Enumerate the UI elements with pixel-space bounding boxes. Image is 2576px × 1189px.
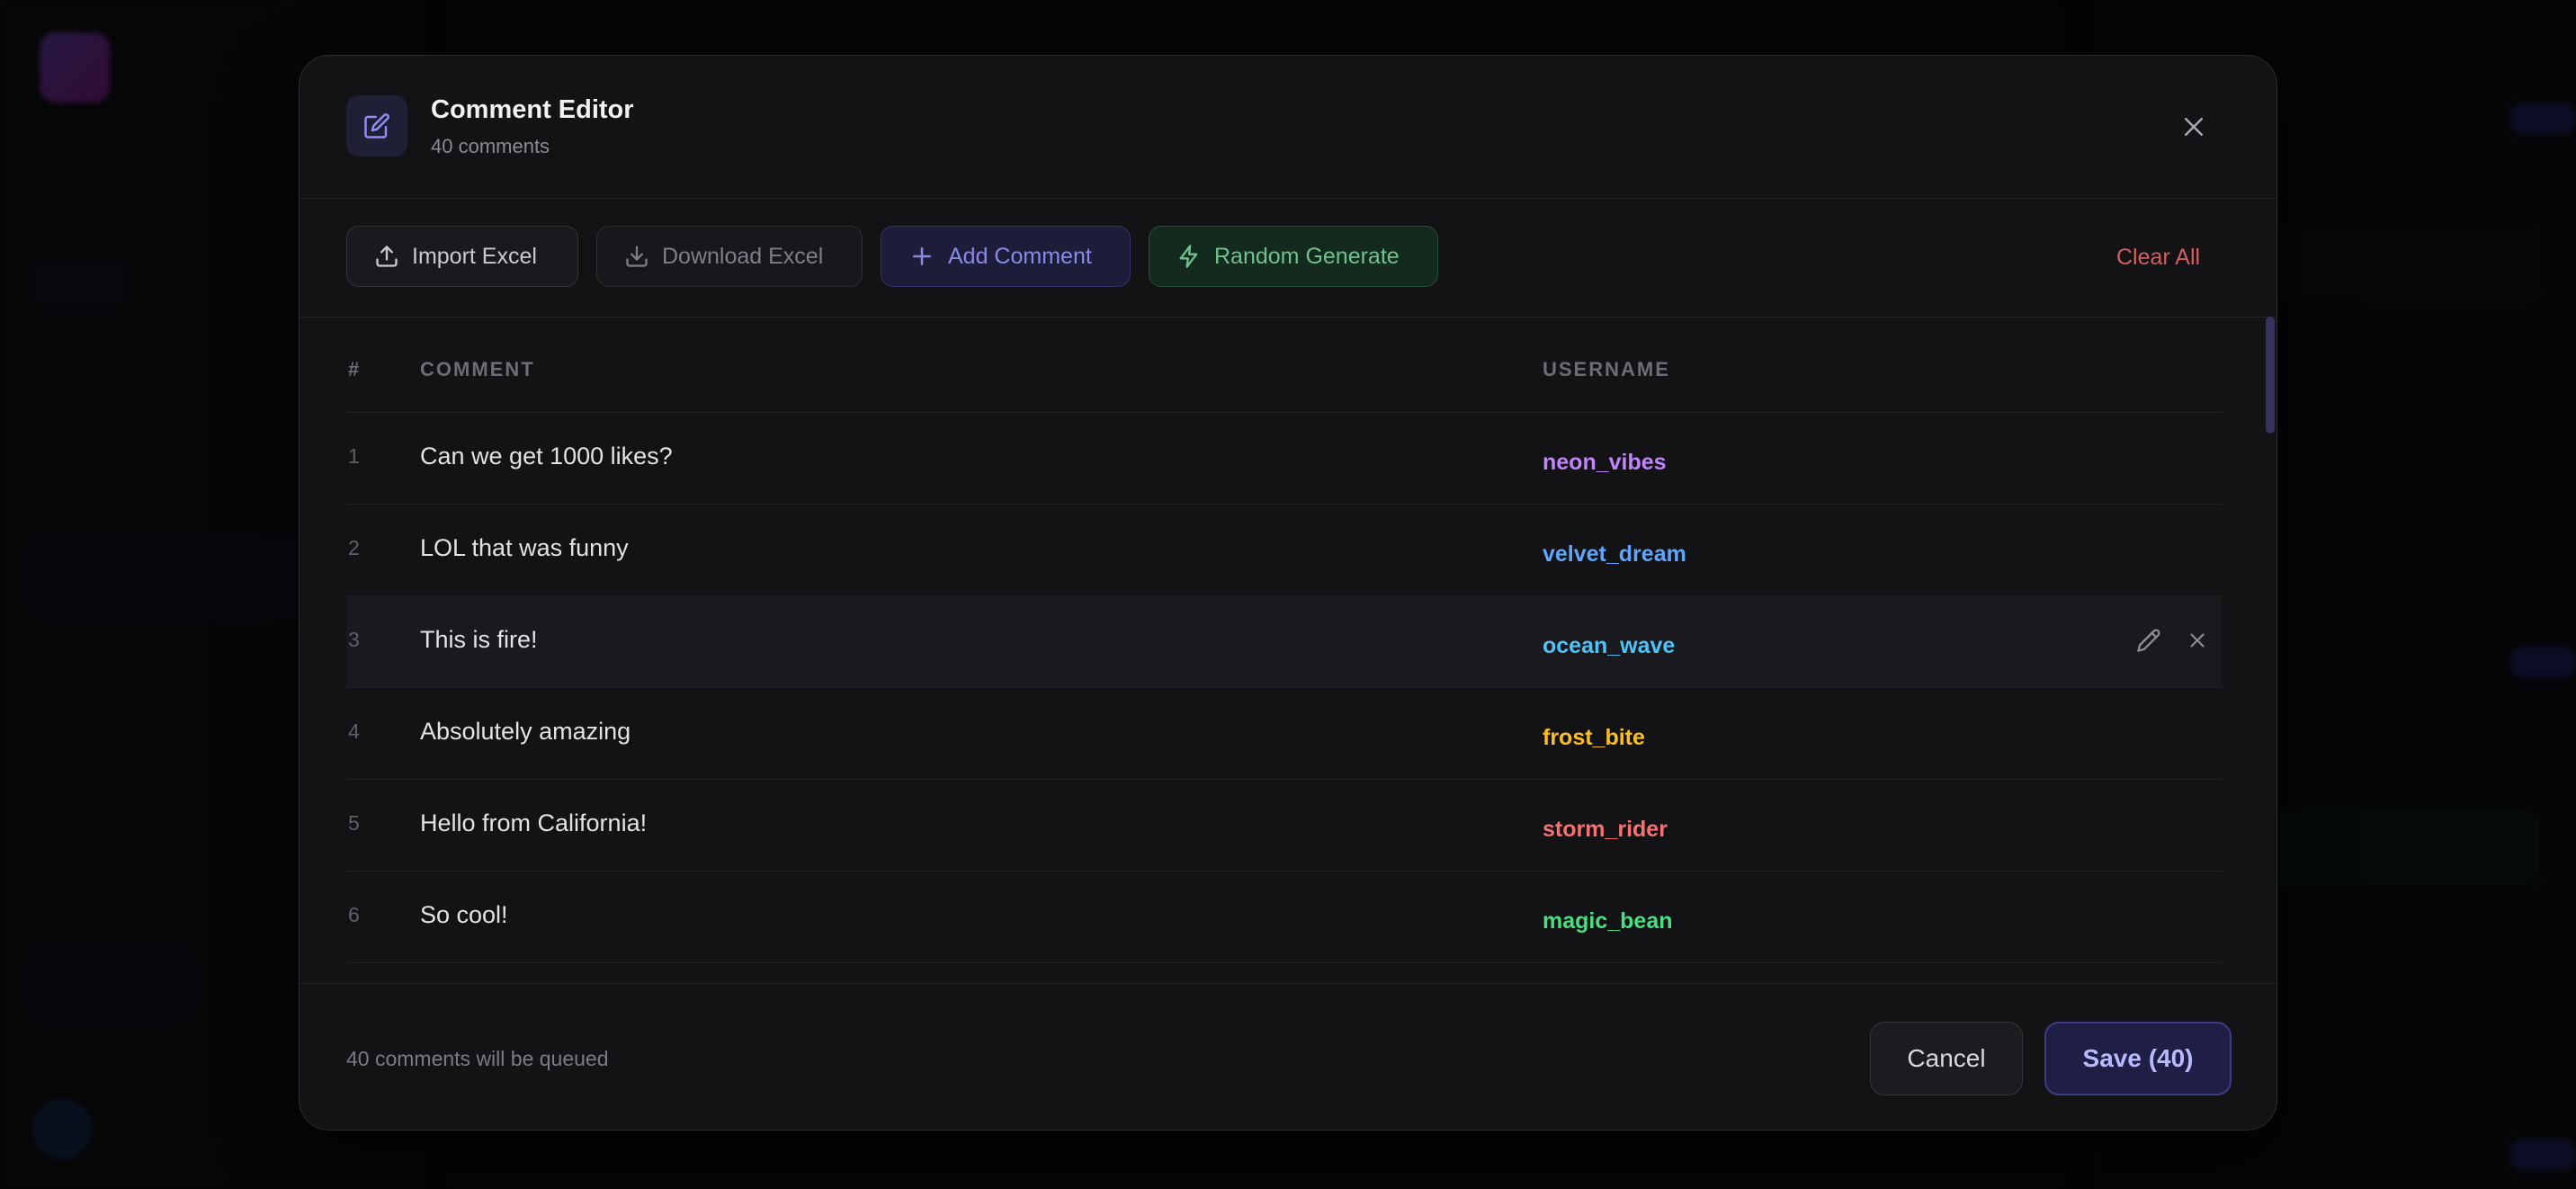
edit-square-icon <box>346 95 407 156</box>
row-comment: Can we get 1000 likes? <box>420 443 673 469</box>
table-row[interactable]: 5 Hello from California! storm_rider <box>346 779 2223 872</box>
table-header: # COMMENT USERNAME <box>346 317 2223 413</box>
dialog-toolbar: Import Excel Download Excel Add Comment … <box>300 198 2276 317</box>
column-username: USERNAME <box>1543 358 1670 380</box>
row-number: 3 <box>348 628 360 651</box>
queue-note: 40 comments will be queued <box>346 1047 609 1070</box>
row-number: 1 <box>348 444 360 468</box>
comment-editor-dialog: Comment Editor 40 comments Import Excel … <box>299 55 2277 1131</box>
upload-icon <box>376 246 398 267</box>
row-number: 4 <box>348 720 360 743</box>
row-comment: Hello from California! <box>420 809 648 836</box>
plus-icon <box>913 247 931 265</box>
delete-icon[interactable] <box>2181 624 2214 657</box>
lightning-icon <box>1179 245 1198 268</box>
table-row[interactable]: 2 LOL that was funny velvet_dream <box>346 504 2223 596</box>
table-row[interactable]: 3 This is fire! ocean_wave <box>346 595 2223 688</box>
add-comment-button[interactable]: Add Comment <box>881 226 1131 287</box>
comment-count: 40 comments <box>431 135 550 157</box>
download-icon <box>626 246 648 267</box>
row-number: 5 <box>348 811 360 835</box>
row-username: neon_vibes <box>1543 450 1667 475</box>
clear-all-button[interactable]: Clear All <box>2116 245 2200 271</box>
close-icon[interactable] <box>2176 109 2212 145</box>
save-button[interactable]: Save (40) <box>2044 1022 2232 1095</box>
import-excel-label: Import Excel <box>412 243 537 269</box>
table-row[interactable]: 1 Can we get 1000 likes? neon_vibes <box>346 412 2223 505</box>
row-number: 2 <box>348 536 360 559</box>
table-row[interactable]: 6 So cool! magic_bean <box>346 871 2223 963</box>
row-comment: So cool! <box>420 901 508 928</box>
cancel-button[interactable]: Cancel <box>1870 1022 2023 1095</box>
random-generate-button[interactable]: Random Generate <box>1149 226 1438 287</box>
row-username: frost_bite <box>1543 725 1645 750</box>
row-comment: This is fire! <box>420 626 538 653</box>
comments-table: # COMMENT USERNAME 1 Can we get 1000 lik… <box>300 317 2276 984</box>
row-number: 6 <box>348 903 360 926</box>
row-comment: Absolutely amazing <box>420 718 631 745</box>
table-scrollbar[interactable] <box>2266 317 2275 434</box>
dialog-footer: 40 comments will be queued Cancel Save (… <box>300 983 2276 1130</box>
row-username: magic_bean <box>1543 908 1673 934</box>
import-excel-button[interactable]: Import Excel <box>346 226 578 287</box>
column-number: # <box>348 358 362 380</box>
row-username: storm_rider <box>1543 817 1668 842</box>
row-username: velvet_dream <box>1543 541 1686 567</box>
add-comment-label: Add Comment <box>948 243 1092 269</box>
dialog-title: Comment Editor <box>431 95 634 124</box>
random-generate-label: Random Generate <box>1214 243 1400 269</box>
dialog-header: Comment Editor 40 comments <box>300 56 2276 199</box>
pencil-icon[interactable] <box>2133 624 2165 657</box>
table-row[interactable]: 4 Absolutely amazing frost_bite <box>346 687 2223 780</box>
row-username: ocean_wave <box>1543 633 1676 658</box>
row-comment: LOL that was funny <box>420 534 629 561</box>
column-comment: COMMENT <box>420 358 535 380</box>
download-excel-label: Download Excel <box>662 243 824 269</box>
download-excel-button[interactable]: Download Excel <box>596 226 863 287</box>
